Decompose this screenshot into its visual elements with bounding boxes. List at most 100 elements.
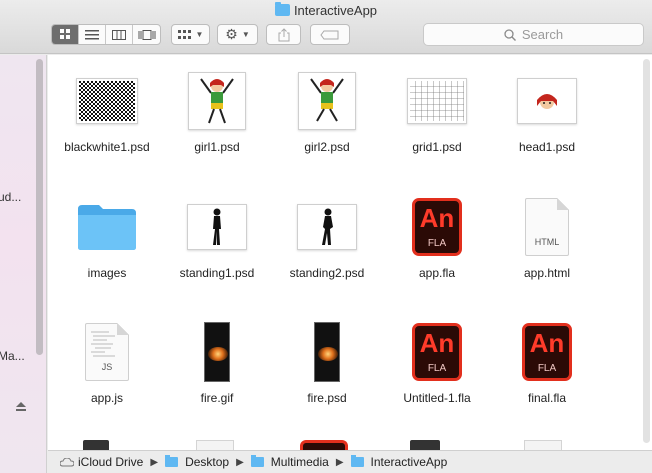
file-item-girl1[interactable]: girl1.psd [162, 63, 272, 183]
list-view-button[interactable] [79, 25, 106, 44]
search-field[interactable]: Search [423, 23, 644, 46]
gallery-view-icon [138, 29, 155, 40]
fire-thumbnail [314, 321, 340, 382]
window-title: InteractiveApp [0, 2, 652, 18]
gear-icon: ⚙ [225, 26, 238, 42]
file-item-final-fla[interactable]: An FLA final.fla [492, 314, 602, 434]
file-item-fire-gif[interactable]: fire.gif [162, 314, 272, 434]
column-view-icon [112, 29, 126, 40]
sidebar: ud... Ma... [0, 55, 47, 473]
fla-badge: FLA [427, 237, 447, 249]
main-scrollbar[interactable] [643, 59, 650, 443]
an-glyph: An [529, 327, 565, 358]
file-name: girl1.psd [194, 140, 240, 154]
path-segment-desktop[interactable]: Desktop [185, 455, 229, 469]
partial-file-icon[interactable] [524, 440, 562, 450]
action-button[interactable]: ⚙ ▼ [217, 24, 258, 45]
animate-file-icon: An FLA [522, 322, 572, 381]
icon-view-button[interactable] [52, 25, 79, 44]
file-name: blackwhite1.psd [64, 140, 150, 154]
chevron-right-icon: ▶ [150, 456, 159, 468]
file-name: final.fla [527, 391, 567, 405]
file-name: fire.gif [200, 391, 234, 405]
cartoon-girl-icon [200, 77, 234, 123]
psd-thumbnail [188, 71, 246, 130]
fla-badge: FLA [427, 362, 447, 374]
path-segment-multimedia[interactable]: Multimedia [271, 455, 329, 469]
file-item-app-fla[interactable]: An FLA app.fla [382, 189, 492, 309]
toolbar: InteractiveApp ▼ ⚙ ▼ Search [0, 0, 652, 54]
psd-thumbnail [407, 77, 467, 124]
file-name: head1.psd [518, 140, 576, 154]
tag-icon [320, 30, 339, 39]
partial-file-icon[interactable] [83, 440, 109, 450]
file-grid: blackwhite1.psd girl1.psd girl2.psd grid… [48, 55, 652, 450]
file-item-grid1[interactable]: grid1.psd [382, 63, 492, 183]
html-badge: HTML [534, 236, 560, 247]
sidebar-scrollbar[interactable] [36, 59, 43, 355]
cartoon-girl-icon [310, 77, 344, 122]
js-badge: JS [101, 361, 113, 372]
share-button[interactable] [266, 24, 301, 45]
fla-badge: FLA [537, 362, 557, 374]
file-item-app-js[interactable]: JS app.js [52, 314, 162, 434]
file-item-head1[interactable]: head1.psd [492, 63, 602, 183]
silhouette-icon [213, 208, 221, 245]
tag-button[interactable] [310, 24, 350, 45]
folder-icon [78, 204, 136, 250]
psd-thumbnail [298, 71, 356, 130]
view-mode-control [51, 24, 161, 45]
file-item-images-folder[interactable]: images [52, 189, 162, 309]
animate-file-icon: An FLA [412, 197, 462, 256]
column-view-button[interactable] [106, 25, 133, 44]
folder-icon [250, 455, 264, 467]
cartoon-head-icon [537, 93, 557, 109]
path-segment-interactiveapp[interactable]: InteractiveApp [371, 455, 448, 469]
file-name: app.fla [418, 266, 456, 280]
sidebar-item-label[interactable]: ud... [0, 190, 21, 204]
partial-file-icon[interactable] [410, 440, 440, 450]
file-item-untitled-fla[interactable]: An FLA Untitled-1.fla [382, 314, 492, 434]
chevron-down-icon: ▼ [241, 30, 250, 39]
file-name: app.js [90, 391, 124, 405]
silhouette-icon [322, 208, 333, 245]
psd-thumbnail [76, 77, 138, 124]
gallery-view-button[interactable] [133, 25, 160, 44]
share-icon [278, 27, 289, 41]
search-icon [504, 28, 516, 41]
file-name: standing1.psd [179, 266, 255, 280]
js-document-icon: JS [85, 322, 129, 381]
checkerboard-icon [79, 80, 135, 121]
file-name: app.html [523, 266, 571, 280]
file-item-standing2[interactable]: standing2.psd [272, 189, 382, 309]
code-lines-icon [91, 331, 115, 356]
file-name: images [87, 266, 127, 280]
grid-pattern-icon [410, 80, 464, 121]
group-by-button[interactable]: ▼ [171, 24, 210, 45]
file-item-girl2[interactable]: girl2.psd [272, 63, 382, 183]
partial-file-icon[interactable] [300, 440, 348, 450]
path-segment-icloud[interactable]: iCloud Drive [78, 455, 143, 469]
eject-icon[interactable] [16, 402, 26, 411]
file-item-fire-psd[interactable]: fire.psd [272, 314, 382, 434]
fire-thumbnail [204, 321, 230, 382]
cloud-icon [60, 457, 74, 466]
grid-icon [177, 29, 191, 39]
file-name: fire.psd [307, 391, 347, 405]
file-name: standing2.psd [289, 266, 365, 280]
file-item-standing1[interactable]: standing1.psd [162, 189, 272, 309]
file-item-blackwhite1[interactable]: blackwhite1.psd [52, 63, 162, 183]
animate-file-icon: An FLA [412, 322, 462, 381]
folder-icon [165, 455, 179, 467]
file-name: Untitled-1.fla [403, 391, 471, 405]
chevron-right-icon: ▶ [335, 456, 344, 468]
folder-icon [350, 455, 364, 467]
psd-thumbnail [187, 203, 247, 250]
file-item-app-html[interactable]: HTML app.html [492, 189, 602, 309]
window-title-text: InteractiveApp [293, 3, 378, 18]
an-glyph: An [419, 202, 455, 233]
search-placeholder: Search [521, 27, 564, 42]
partial-file-icon[interactable] [196, 440, 234, 450]
path-bar: iCloud Drive ▶ Desktop ▶ Multimedia ▶ In… [48, 450, 652, 473]
sidebar-item-label[interactable]: Ma... [0, 349, 25, 363]
